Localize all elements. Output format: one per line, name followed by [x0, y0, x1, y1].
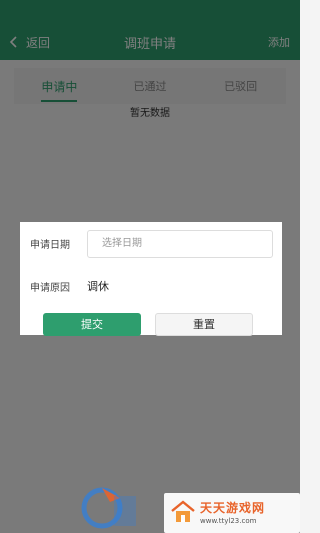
- submit-button[interactable]: 提交: [43, 313, 141, 336]
- reason-label: 申请原因: [30, 283, 70, 294]
- apply-dialog: 申请日期 选择日期 申请原因 调休 提交 重置: [20, 222, 282, 336]
- watermark-badge: 天天游戏网 www.ttyl23.com: [164, 493, 300, 533]
- watermark-logo-icon: [81, 487, 136, 529]
- reason-value[interactable]: 调休: [87, 278, 109, 294]
- date-label: 申请日期: [30, 240, 70, 251]
- date-picker-input[interactable]: 选择日期: [87, 230, 273, 258]
- watermark-url: www.ttyl23.com: [200, 517, 257, 525]
- house-logo-icon: [171, 500, 195, 522]
- watermark-title: 天天游戏网: [200, 501, 266, 515]
- reset-button[interactable]: 重置: [155, 313, 253, 336]
